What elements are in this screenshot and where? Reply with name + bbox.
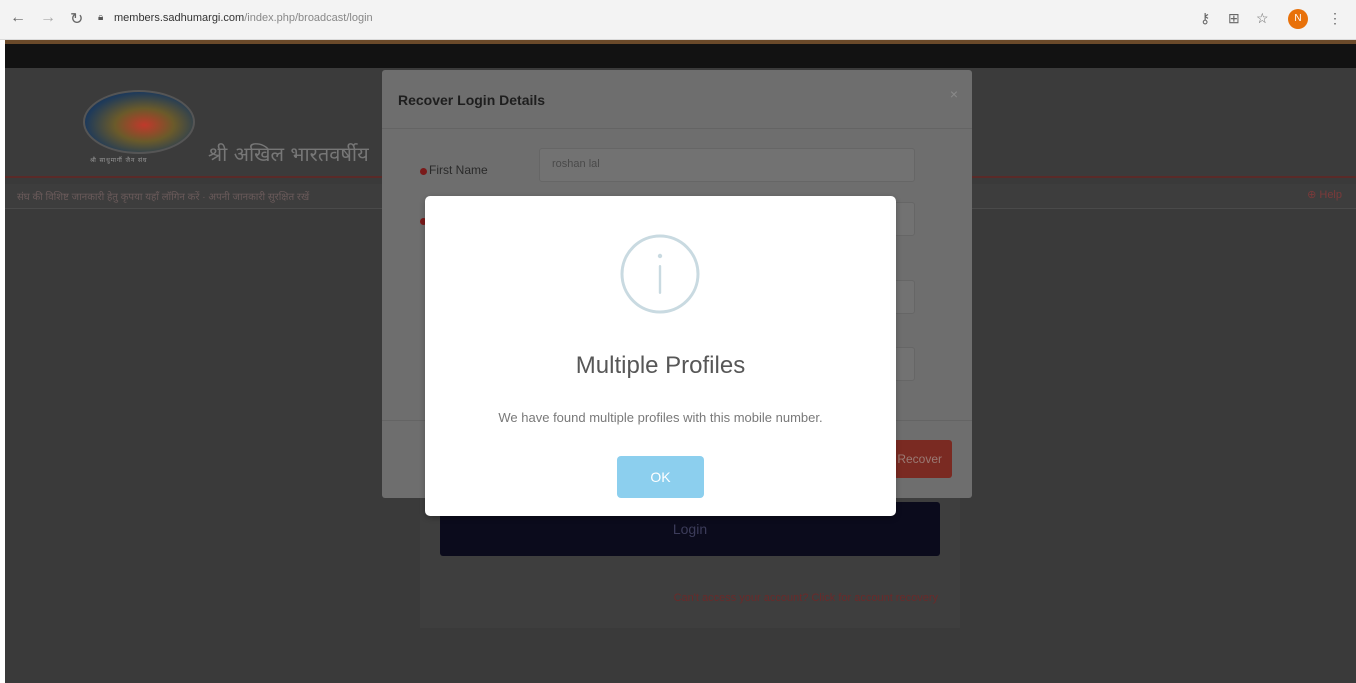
first-name-field[interactable]: roshan lal — [539, 148, 915, 182]
alert-dialog: Multiple Profiles We have found multiple… — [425, 196, 896, 516]
logo-caption: श्री साधुमार्गी जैन संघ — [90, 158, 148, 164]
profile-avatar[interactable]: N — [1288, 9, 1308, 29]
url-domain: members.sadhumargi.com — [114, 12, 245, 24]
forward-arrow-icon[interactable]: → — [40, 9, 56, 27]
modal-divider — [382, 128, 972, 129]
address-bar[interactable]: members.sadhumargi.com/index.php/broadca… — [114, 12, 373, 24]
translate-icon[interactable]: ⊞ — [1228, 10, 1240, 27]
back-arrow-icon[interactable]: ← — [10, 9, 26, 27]
info-icon — [620, 234, 700, 314]
help-label: Help — [1319, 189, 1342, 201]
help-icon: ⊕ — [1307, 189, 1317, 201]
reload-icon[interactable]: ↻ — [70, 9, 83, 29]
close-icon[interactable]: × — [950, 86, 958, 102]
alert-message: We have found multiple profiles with thi… — [498, 410, 823, 425]
recover-modal-title: Recover Login Details — [398, 92, 546, 108]
url-path: /index.php/broadcast/login — [244, 12, 373, 24]
site-logo — [83, 90, 195, 154]
announcement-text: संघ की विशिष्ट जानकारी हेतु कृपया यहाँ ल… — [17, 192, 310, 203]
browser-toolbar: ← → ↻ 🔒︎ members.sadhumargi.com/index.ph… — [0, 0, 1356, 40]
account-recovery-link[interactable]: Can't access your account? Click for acc… — [674, 592, 938, 604]
ok-button[interactable]: OK — [617, 456, 704, 498]
site-title: श्री अखिल भारतवर्षीय — [208, 142, 369, 166]
required-marker — [420, 168, 427, 175]
help-link[interactable]: ⊕ Help — [1307, 188, 1342, 201]
lock-icon: 🔒︎ — [98, 12, 104, 23]
star-icon[interactable]: ☆ — [1256, 10, 1269, 27]
alert-title: Multiple Profiles — [575, 352, 746, 379]
top-bar — [5, 44, 1356, 68]
key-icon[interactable]: ⚷ — [1200, 10, 1210, 27]
first-name-label: First Name — [429, 163, 488, 177]
menu-dots-icon[interactable]: ⋮ — [1328, 10, 1342, 27]
